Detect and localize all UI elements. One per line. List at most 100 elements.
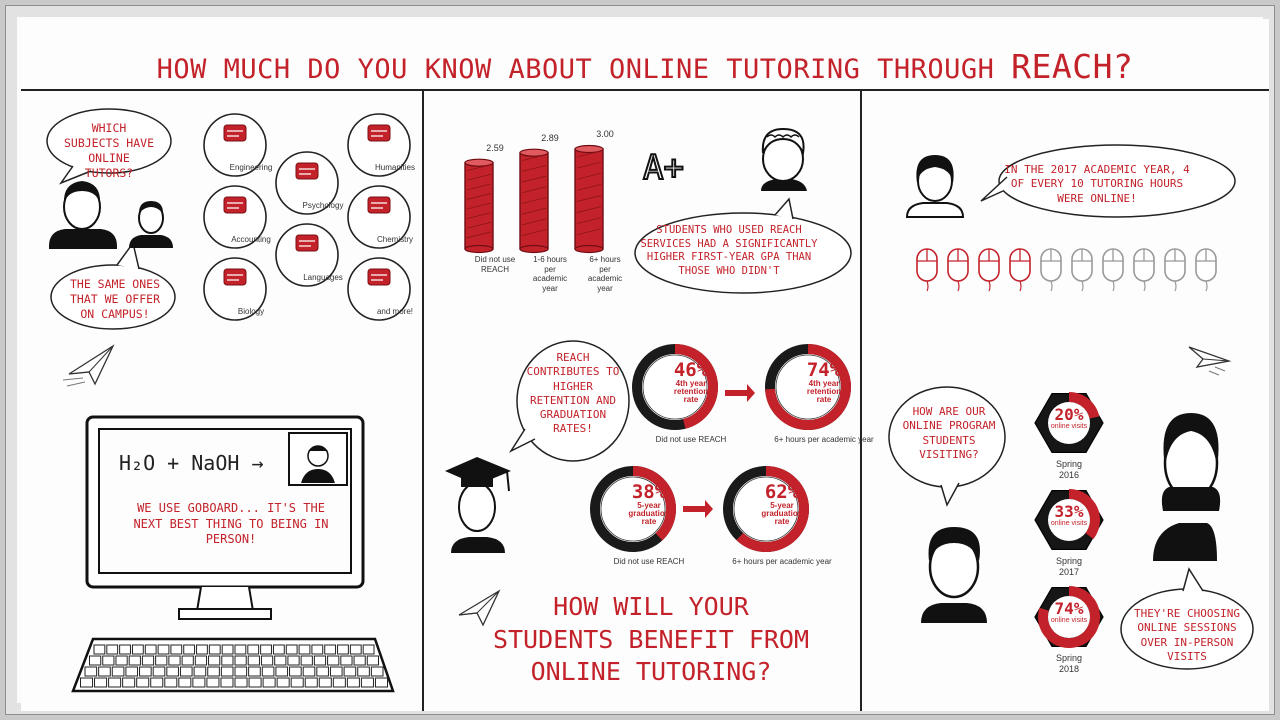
- keyboard-key: [302, 666, 316, 677]
- question-bubble-text: WHICH SUBJECTS HAVE ONLINE TUTORS?: [63, 121, 154, 180]
- gpa-bar-label: 1-6 hours per academic year: [532, 255, 568, 293]
- gpa-bar: [464, 158, 494, 254]
- hexagon-label: Spring 2018: [1055, 653, 1082, 674]
- mouse-online-icon: [1009, 248, 1031, 292]
- keyboard-key: [304, 677, 318, 688]
- microscope-icon: [223, 268, 247, 286]
- gpa-bar-value: 3.00: [596, 129, 614, 139]
- keyboard-key: [318, 677, 332, 688]
- keyboard-key: [366, 655, 380, 666]
- keyboard-key: [247, 655, 260, 666]
- mouse-offline-icon: [1195, 248, 1217, 292]
- keyboard-key: [122, 677, 136, 688]
- gpa-bar-label: Did not use REACH: [474, 255, 516, 274]
- chemistry-formula: H₂O + NaOH →: [119, 451, 264, 475]
- student-figure-icon: [49, 181, 117, 249]
- keyboard-key: [166, 666, 179, 677]
- gpa-bar-label: 6+ hours per academic year: [587, 255, 623, 293]
- keyboard-key: [360, 677, 374, 688]
- keyboard-key: [221, 655, 234, 666]
- teacher-figure-icon: [761, 127, 807, 191]
- keyboard-key: [332, 677, 346, 688]
- keyboard-key: [220, 666, 234, 677]
- laptop-icon: [367, 268, 391, 286]
- keyboard-key: [261, 666, 275, 677]
- grade-a-plus-icon: A+: [643, 148, 684, 188]
- donut-percent: 74%: [806, 359, 842, 381]
- keyboard-key: [362, 644, 375, 655]
- chat-icon: [295, 234, 319, 252]
- hexagon-value-group: 20% online visits: [1041, 407, 1097, 431]
- keyboard-key: [234, 677, 248, 688]
- gpa-bar-value: 2.59: [486, 142, 504, 153]
- keyboard-key: [300, 655, 313, 666]
- hexagon-sub: online visits: [1050, 617, 1088, 624]
- keyboard-key: [119, 644, 131, 655]
- visit-bubble-text: HOW ARE OUR ONLINE PROGRAM STUDENTS VISI…: [902, 405, 996, 461]
- goboard-text: WE USE GOBOARD... IT'S THE NEXT BEST THI…: [133, 501, 329, 547]
- column-divider-left: [422, 89, 424, 711]
- subject-label: Psychology: [302, 201, 344, 210]
- keyboard-key: [94, 677, 108, 688]
- hexagon-label: Spring 2016: [1055, 459, 1082, 480]
- hexagon-sub: online visits: [1050, 423, 1088, 430]
- keyboard-key: [324, 644, 337, 655]
- donut-value-group: 38% 5-year graduation rate: [615, 483, 683, 526]
- mouse-offline-icon: [1040, 248, 1062, 292]
- hexagon-percent: 74%: [1054, 599, 1084, 618]
- man-figure-icon: [921, 527, 987, 623]
- keyboard-key: [93, 644, 106, 655]
- keyboard-key: [357, 666, 370, 677]
- subject-label: Languages: [303, 273, 343, 282]
- benefit-headline: HOW WILL YOUR STUDENTS BENEFIT FROM ONLI…: [441, 591, 861, 689]
- gpa-bar-chart: [464, 144, 604, 254]
- subject-label: Engineering: [229, 163, 273, 172]
- whiteboard-frame: HOW MUCH DO YOU KNOW ABOUT ONLINE TUTORI…: [0, 0, 1280, 720]
- keyboard-key: [346, 677, 360, 688]
- arrow-right-icon: [725, 384, 755, 402]
- subject-label: and more!: [376, 307, 414, 316]
- hexagon-percent: 33%: [1054, 502, 1084, 521]
- graduate-figure-icon: [445, 457, 511, 553]
- gpa-bubble-text: STUDENTS WHO USED REACH SERVICES HAD A S…: [640, 224, 818, 277]
- mouse-offline-icon: [1164, 248, 1186, 292]
- keyboard-key: [234, 644, 247, 655]
- donut-label: Did not use REACH: [655, 435, 727, 444]
- subject-label: Humanities: [374, 163, 415, 172]
- calculator-icon: [223, 196, 247, 214]
- donut-value-group: 62% 5-year graduation rate: [748, 483, 816, 526]
- keyboard-key: [313, 655, 327, 666]
- keyboard-key: [168, 655, 181, 666]
- donut-value-group: 74% 4th year retention rate: [790, 361, 858, 404]
- keyboard-key: [221, 644, 234, 655]
- keyboard-key: [248, 666, 261, 677]
- choose-online-text: THEY'RE CHOOSING ONLINE SESSIONS OVER IN…: [1134, 607, 1240, 663]
- mouse-online-icon: [947, 248, 969, 292]
- keyboard-key: [260, 644, 272, 655]
- headline-line-1: HOW WILL YOUR: [553, 592, 749, 621]
- donut-percent: 46%: [673, 359, 709, 381]
- keyboard-key: [353, 655, 366, 666]
- donut-label: Did not use REACH: [613, 557, 685, 566]
- headline-line-2: STUDENTS BENEFIT FROM: [492, 624, 810, 654]
- left-column-illustrations: [46, 108, 411, 693]
- keyboard-key: [370, 666, 384, 677]
- keyboard-key: [260, 655, 274, 666]
- keyboard-key: [275, 666, 289, 677]
- keyboard-key: [131, 644, 144, 655]
- keyboard-key: [272, 644, 285, 655]
- hexagon-value-group: 33% online visits: [1041, 502, 1097, 528]
- online-hours-text: IN THE 2017 ACADEMIC YEAR, 4 OF EVERY 10…: [1004, 163, 1190, 205]
- donut-caption-3: rate: [641, 517, 657, 526]
- keyboard-key: [152, 666, 166, 677]
- mouse-online-icon: [916, 248, 938, 292]
- keyboard-key: [311, 644, 324, 655]
- page-title: HOW MUCH DO YOU KNOW ABOUT ONLINE TUTORI…: [21, 47, 1269, 86]
- hexagon-value-group: 74% online visits: [1041, 599, 1097, 625]
- donut-caption-3: rate: [816, 395, 832, 404]
- hexagon-label: Spring 2017: [1055, 556, 1082, 577]
- keyboard-key: [192, 677, 206, 688]
- keyboard-key: [183, 644, 196, 655]
- keyboard-key: [141, 655, 155, 666]
- title-brand: REACH?: [1011, 47, 1134, 86]
